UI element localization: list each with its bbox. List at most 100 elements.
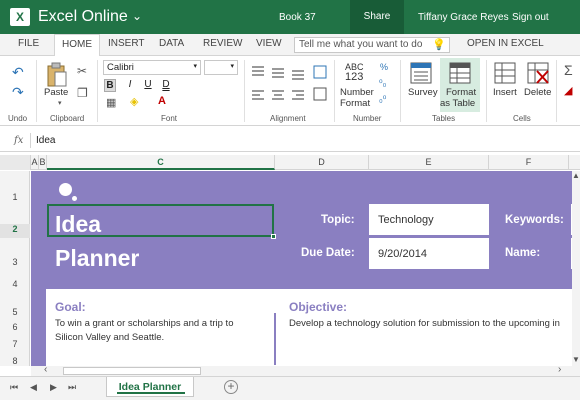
horizontal-scrollbar[interactable]: ‹ › xyxy=(31,364,580,376)
redo-icon[interactable]: ↷ xyxy=(12,84,24,101)
scroll-up-icon[interactable]: ▲ xyxy=(572,171,580,180)
user-name[interactable]: Tiffany Grace Reyes xyxy=(418,12,509,23)
section-divider xyxy=(274,313,276,365)
number-format-button-line2[interactable]: Format xyxy=(340,98,370,109)
objective-text[interactable]: Develop a technology solution for submis… xyxy=(289,317,560,331)
first-sheet-icon[interactable]: ⏮ xyxy=(10,382,18,393)
tab-review[interactable]: REVIEW xyxy=(203,38,242,49)
number-group-label: Number xyxy=(353,114,382,123)
decrease-decimal-icon[interactable]: ₀⁰ xyxy=(379,94,386,105)
font-color-icon[interactable]: A xyxy=(158,95,166,107)
goal-heading: Goal: xyxy=(55,300,86,314)
paste-button[interactable]: Paste xyxy=(44,87,68,98)
alignment-icons[interactable] xyxy=(250,64,330,106)
topic-value-cell[interactable]: Technology xyxy=(369,204,489,235)
active-cell-selection[interactable] xyxy=(47,204,276,239)
tab-data[interactable]: DATA xyxy=(159,38,184,49)
scroll-right-icon[interactable]: › xyxy=(558,364,561,375)
scrollbar-thumb[interactable] xyxy=(63,367,201,375)
tab-view[interactable]: VIEW xyxy=(256,38,282,49)
tab-home[interactable]: HOME xyxy=(54,34,100,56)
increase-decimal-icon[interactable]: ⁰₀ xyxy=(379,78,386,89)
row-header-6[interactable]: 6 xyxy=(0,322,30,332)
row-header-5[interactable]: 5 xyxy=(0,307,30,317)
row-header-8[interactable]: 8 xyxy=(0,356,30,366)
vertical-scrollbar[interactable]: ▲ ▼ xyxy=(572,171,580,366)
undo-icon[interactable]: ↶ xyxy=(12,64,24,81)
open-in-excel-link[interactable]: OPEN IN EXCEL xyxy=(467,38,544,49)
sheet-tabs-bar: ⏮ ◀ ▶ ⏭ Idea Planner + xyxy=(0,376,580,400)
chevron-down-icon: ▾ xyxy=(230,63,234,70)
survey-button[interactable]: Survey xyxy=(408,87,438,98)
select-all-corner[interactable] xyxy=(0,155,31,170)
ribbon-tabs: FILE HOME INSERT DATA REVIEW VIEW OPEN I… xyxy=(0,34,580,56)
next-sheet-icon[interactable]: ▶ xyxy=(50,382,57,393)
italic-button[interactable]: I xyxy=(124,79,136,90)
chevron-down-icon: ▾ xyxy=(193,63,197,70)
underline-button[interactable]: U xyxy=(142,79,154,90)
workbook-name[interactable]: Book 37 xyxy=(279,12,316,23)
app-name[interactable]: Excel Online xyxy=(38,8,128,26)
percent-icon[interactable]: % xyxy=(380,62,388,72)
sign-out-link[interactable]: Sign out xyxy=(512,12,549,23)
sheet-tab-idea-planner[interactable]: Idea Planner xyxy=(106,377,194,397)
row-header-2[interactable]: 2 xyxy=(0,224,30,238)
delete-cells-icon[interactable] xyxy=(527,62,549,84)
title-bar: X Excel Online ⌄ Book 37 Share Tiffany G… xyxy=(0,0,580,34)
fill-color-icon[interactable]: ◈ xyxy=(130,95,138,108)
delete-button[interactable]: Delete xyxy=(524,87,551,98)
column-header-b[interactable]: B xyxy=(39,155,47,170)
add-sheet-icon[interactable]: + xyxy=(224,380,238,394)
column-header-e[interactable]: E xyxy=(369,155,489,170)
share-button[interactable]: Share xyxy=(350,0,404,34)
worksheet-grid[interactable]: Idea Planner Topic: Technology Keywords:… xyxy=(31,171,580,366)
due-date-value-cell[interactable]: 9/20/2014 xyxy=(369,238,489,269)
tab-insert[interactable]: INSERT xyxy=(108,38,145,49)
fx-icon: fx xyxy=(14,135,24,146)
bold-button[interactable]: B xyxy=(104,79,116,92)
clear-icon[interactable]: ◢ xyxy=(564,84,572,97)
borders-icon[interactable]: ▦ xyxy=(106,96,116,109)
column-header-c[interactable]: C xyxy=(47,155,275,170)
objective-heading: Objective: xyxy=(289,300,348,314)
tell-me-placeholder: Tell me what you want to do xyxy=(299,39,423,50)
paste-icon[interactable] xyxy=(46,62,68,88)
paste-dropdown-icon[interactable]: ▾ xyxy=(58,99,62,107)
decorative-dot-icon xyxy=(72,196,77,201)
row-header-4[interactable]: 4 xyxy=(0,279,30,289)
column-header-d[interactable]: D xyxy=(275,155,369,170)
format-as-table-button[interactable]: Format as Table xyxy=(440,58,480,112)
column-header-a[interactable]: A xyxy=(31,155,39,170)
tab-file[interactable]: FILE xyxy=(18,38,39,49)
column-header-f[interactable]: F xyxy=(489,155,569,170)
last-sheet-icon[interactable]: ⏭ xyxy=(68,382,76,393)
row-headers: 1 2 3 4 5 6 7 8 xyxy=(0,171,30,366)
formula-input[interactable]: Idea xyxy=(36,135,55,146)
goal-text-line2[interactable]: Silicon Valley and Seattle. xyxy=(55,331,164,345)
double-underline-button[interactable]: D xyxy=(160,79,172,90)
row-header-1[interactable]: 1 xyxy=(0,192,30,202)
topic-label: Topic: xyxy=(321,214,355,226)
goal-text-line1[interactable]: To win a grant or scholarships and a tri… xyxy=(55,317,233,331)
number-format-123: 123 xyxy=(345,71,364,83)
row-header-3[interactable]: 3 xyxy=(0,257,30,267)
prev-sheet-icon[interactable]: ◀ xyxy=(30,382,37,393)
chevron-down-icon[interactable]: ⌄ xyxy=(132,9,142,23)
scroll-down-icon[interactable]: ▼ xyxy=(572,355,580,364)
fill-handle[interactable] xyxy=(271,234,276,239)
copy-icon[interactable]: ❐ xyxy=(77,86,88,100)
font-group-label: Font xyxy=(161,114,178,123)
insert-button[interactable]: Insert xyxy=(493,87,517,98)
cells-group-label: Cells xyxy=(513,114,531,123)
font-name-select[interactable]: Calibri ▾ xyxy=(103,60,201,75)
insert-cells-icon[interactable] xyxy=(494,62,516,84)
planner-title-line2[interactable]: Planner xyxy=(55,245,139,272)
autosum-icon[interactable]: Σ xyxy=(564,62,573,78)
cut-icon[interactable]: ✂ xyxy=(77,64,87,78)
row-header-7[interactable]: 7 xyxy=(0,339,30,349)
scroll-left-icon[interactable]: ‹ xyxy=(44,364,47,375)
tell-me-input[interactable]: Tell me what you want to do 💡 xyxy=(294,37,450,53)
font-size-select[interactable]: ▾ xyxy=(204,60,238,75)
survey-icon[interactable] xyxy=(410,62,432,84)
number-format-button-line1[interactable]: Number xyxy=(340,87,374,98)
